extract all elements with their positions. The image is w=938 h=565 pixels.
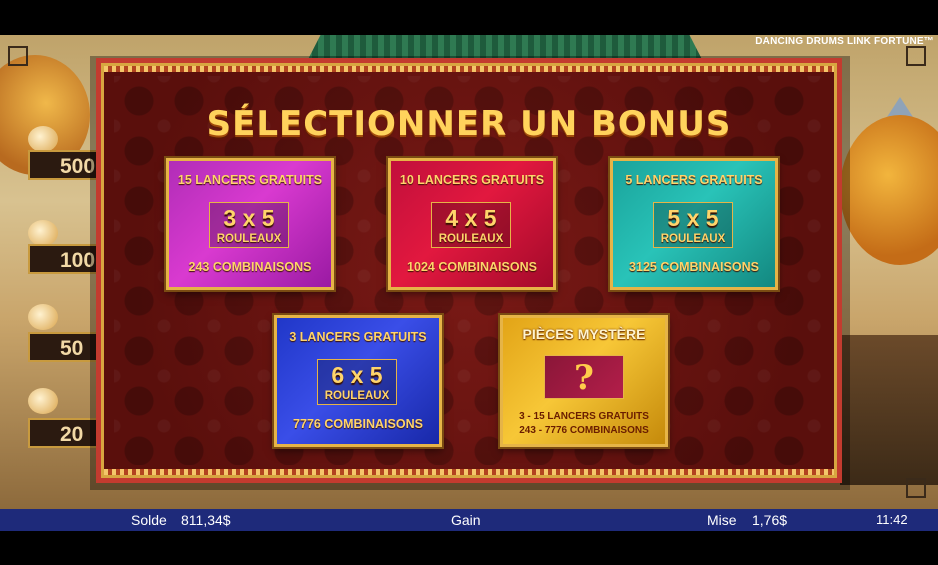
- ways-label: 3125 COMBINAISONS: [629, 260, 759, 274]
- character-icon: [28, 304, 58, 330]
- bet-label: Mise: [707, 512, 737, 528]
- reel-grid-box: 5 x 5 ROULEAUX: [653, 202, 733, 248]
- corner-ornament: [906, 46, 926, 66]
- bonus-option-10-spins[interactable]: 10 LANCERS GRATUITS 4 x 5 ROULEAUX 1024 …: [388, 158, 556, 290]
- mystery-box: ?: [544, 355, 624, 399]
- character-icon: [28, 388, 58, 414]
- bet-value: 1,76$: [752, 512, 788, 528]
- bonus-option-15-spins[interactable]: 15 LANCERS GRATUITS 3 x 5 ROULEAUX 243 C…: [166, 158, 334, 290]
- bonus-selection-panel: SÉLECTIONNER UN BONUS 15 LANCERS GRATUIT…: [96, 58, 842, 483]
- autumn-tree-decoration: [840, 115, 938, 265]
- balance-value: 811,34$: [181, 512, 231, 528]
- spins-label: 3 LANCERS GRATUITS: [289, 330, 427, 344]
- status-bar: Solde 811,34$ Gain Mise 1,76$ 11:42: [0, 509, 938, 531]
- bottom-letterbox: [0, 531, 938, 565]
- spins-label: 15 LANCERS GRATUITS: [177, 173, 323, 187]
- top-letterbox: [0, 0, 938, 35]
- clock: 11:42: [876, 512, 908, 527]
- win-label: Gain: [451, 512, 481, 528]
- bonus-option-3-spins[interactable]: 3 LANCERS GRATUITS 6 x 5 ROULEAUX 7776 C…: [274, 315, 442, 447]
- reel-grid-box: 4 x 5 ROULEAUX: [431, 202, 511, 248]
- mystery-spins-range: 3 - 15 LANCERS GRATUITS: [519, 411, 649, 422]
- panel-frame: SÉLECTIONNER UN BONUS 15 LANCERS GRATUIT…: [101, 63, 837, 478]
- ways-label: 243 COMBINAISONS: [188, 260, 312, 274]
- corner-ornament: [906, 478, 926, 498]
- bead-border: [104, 469, 834, 475]
- bonus-option-mystery-coins[interactable]: PIÈCES MYSTÈRE ? 3 - 15 LANCERS GRATUITS…: [500, 315, 668, 447]
- reel-grid-size: 6 x 5: [331, 362, 383, 388]
- reel-grid-box: 3 x 5 ROULEAUX: [209, 202, 289, 248]
- bead-border: [104, 66, 834, 72]
- reels-label: ROULEAUX: [324, 390, 390, 402]
- reels-label: ROULEAUX: [438, 233, 504, 245]
- spins-label: 5 LANCERS GRATUITS: [625, 173, 763, 187]
- reel-grid-box: 6 x 5 ROULEAUX: [317, 359, 397, 405]
- mystery-ways-range: 243 - 7776 COMBINAISONS: [519, 425, 649, 436]
- panel-title: SÉLECTIONNER UN BONUS: [206, 104, 732, 144]
- reels-label: ROULEAUX: [216, 233, 282, 245]
- character-icon: [28, 126, 58, 152]
- game-screen: 500 100 50 20 DANCING DRUMS LINK FORTUNE…: [0, 0, 938, 565]
- character-icon: [28, 220, 58, 246]
- bonus-option-5-spins[interactable]: 5 LANCERS GRATUITS 5 x 5 ROULEAUX 3125 C…: [610, 158, 778, 290]
- question-mark-icon: ?: [574, 358, 594, 398]
- ways-label: 1024 COMBINAISONS: [407, 260, 537, 274]
- reel-grid-size: 5 x 5: [667, 205, 719, 231]
- reel-grid-size: 3 x 5: [223, 205, 275, 231]
- temple-decoration: [840, 335, 938, 485]
- reel-grid-size: 4 x 5: [445, 205, 497, 231]
- spins-label: 10 LANCERS GRATUITS: [399, 173, 545, 187]
- jackpot-column: 500 100 50 20: [0, 126, 116, 470]
- corner-ornament: [8, 46, 28, 66]
- ways-label: 7776 COMBINAISONS: [293, 417, 423, 431]
- mystery-title: PIÈCES MYSTÈRE: [522, 326, 646, 342]
- reels-label: ROULEAUX: [660, 233, 726, 245]
- balance-label: Solde: [131, 512, 167, 528]
